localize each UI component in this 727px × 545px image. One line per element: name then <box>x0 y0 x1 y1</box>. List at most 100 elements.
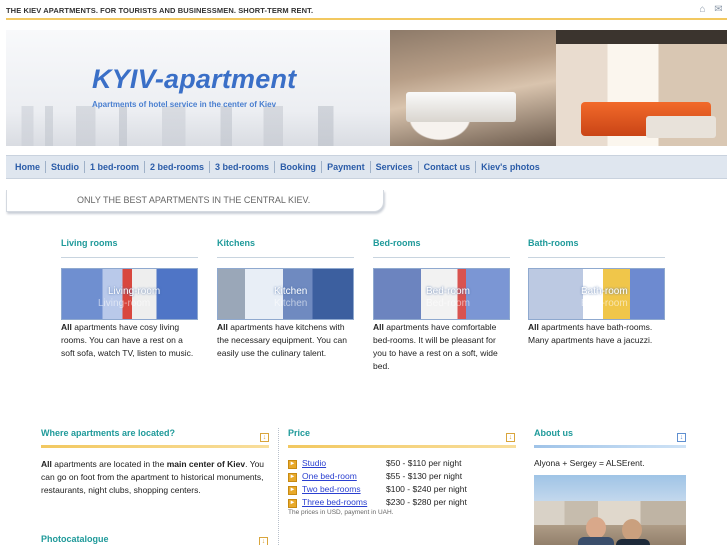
price-value: $50 - $110 per night <box>386 457 462 468</box>
location-emphasis: All <box>41 459 52 469</box>
description-emphasis: All <box>373 322 384 332</box>
description-text: apartments have cosy living rooms. You c… <box>61 322 194 358</box>
category-title[interactable]: Kitchens <box>217 238 354 258</box>
location-title: Where apartments are located? <box>41 428 176 438</box>
thumbnail-caption: Bed-room <box>426 286 470 297</box>
living-room-thumbnail[interactable]: Living-room Living-room <box>61 268 198 320</box>
thumbnail-caption-shadow: Kitchen <box>274 298 308 309</box>
nav-item-studio[interactable]: Studio <box>46 161 86 173</box>
photo-person-2-body <box>616 539 650 545</box>
price-link-three-bed-rooms[interactable]: Three bed-rooms <box>302 497 367 507</box>
header-banner: KYIV-apartment Apartments of hotel servi… <box>6 30 727 146</box>
price-title: Price <box>288 428 311 438</box>
panel-rule <box>288 445 516 448</box>
category-title[interactable]: Bath-rooms <box>528 238 665 258</box>
nav-item-contact-us[interactable]: Contact us <box>419 161 477 173</box>
owners-photo <box>534 475 686 545</box>
price-link-studio[interactable]: Studio <box>302 458 326 468</box>
mail-icon[interactable]: ✉ <box>713 5 724 15</box>
expand-icon[interactable]: ↓ <box>259 537 268 545</box>
price-row: ► Three bed-rooms $230 - $280 per night <box>288 495 467 508</box>
arrow-bullet-icon: ► <box>288 459 297 469</box>
kitchen-thumbnail[interactable]: Kitchen Kitchen <box>217 268 354 320</box>
price-row: ► Studio $50 - $110 per night <box>288 456 467 469</box>
category-description: All apartments have cosy living rooms. Y… <box>61 321 198 360</box>
category-description: All apartments have kitchens with the ne… <box>217 321 354 360</box>
photo-person-1 <box>586 517 606 539</box>
description-emphasis: All <box>61 322 72 332</box>
site-logo[interactable]: KYIV-apartment <box>92 64 296 95</box>
arrow-bullet-icon: ► <box>288 472 297 482</box>
arrow-bullet-icon: ► <box>288 485 297 495</box>
nav-item-booking[interactable]: Booking <box>275 161 323 173</box>
site-tagline: THE KIEV APARTMENTS. FOR TOURISTS AND BU… <box>6 6 314 15</box>
bedroom-thumbnail[interactable]: Bed-room Bed-room <box>373 268 510 320</box>
price-note: The prices in USD, payment in UAH. <box>288 509 394 516</box>
photo-person-2 <box>622 519 642 541</box>
nav-item-2-bed-rooms[interactable]: 2 bed-rooms <box>145 161 211 173</box>
description-text: apartments have kitchens with the necess… <box>217 322 347 358</box>
location-text-part: apartments are located in the <box>51 459 167 469</box>
nav-item-services[interactable]: Services <box>371 161 419 173</box>
photo-person-1-body <box>578 537 614 545</box>
category-bath-rooms: Bath-rooms Bath-room Bath-room All apart… <box>528 238 665 347</box>
price-value: $100 - $240 per night <box>386 483 467 494</box>
thumbnail-caption: Bath-room <box>581 286 628 297</box>
price-value: $55 - $130 per night <box>386 470 463 481</box>
category-bed-rooms: Bed-rooms Bed-room Bed-room All apartmen… <box>373 238 510 373</box>
price-row: ► One bed-room $55 - $130 per night <box>288 469 467 482</box>
top-divider <box>6 18 727 20</box>
nav-item-payment[interactable]: Payment <box>322 161 371 173</box>
about-panel: About us ↓ Alyona + Sergey = ALSErent. <box>534 428 686 545</box>
expand-icon[interactable]: ↓ <box>677 433 686 442</box>
panel-rule <box>534 445 686 448</box>
bathroom-thumbnail[interactable]: Bath-room Bath-room <box>528 268 665 320</box>
site-slogan: Apartments of hotel service in the cente… <box>92 100 277 109</box>
description-text: apartments have comfortable bed-rooms. I… <box>373 322 498 371</box>
description-emphasis: All <box>217 322 228 332</box>
photo-buildings <box>534 501 686 525</box>
nav-item-3-bed-rooms[interactable]: 3 bed-rooms <box>210 161 276 173</box>
price-table: ► Studio $50 - $110 per night ► One bed-… <box>288 456 467 508</box>
category-title[interactable]: Living rooms <box>61 238 198 258</box>
nav-item-1-bed-room[interactable]: 1 bed-room <box>85 161 146 173</box>
price-link-one-bed-room[interactable]: One bed-room <box>302 471 357 481</box>
banner-city-silhouette <box>6 106 396 146</box>
panel-rule <box>41 445 269 448</box>
column-divider <box>278 428 279 545</box>
location-text: All apartments are located in the main c… <box>41 458 269 497</box>
category-description: All apartments have comfortable bed-room… <box>373 321 510 373</box>
top-bar: THE KIEV APARTMENTS. FOR TOURISTS AND BU… <box>0 0 727 20</box>
thumbnail-caption-shadow: Living-room <box>98 298 151 309</box>
price-value: $230 - $280 per night <box>386 496 467 507</box>
main-navigation: Home Studio 1 bed-room 2 bed-rooms 3 bed… <box>6 155 727 179</box>
thumbnail-caption: Kitchen <box>274 286 308 297</box>
description-emphasis: All <box>528 322 539 332</box>
price-panel: Price ↓ ► Studio $50 - $110 per night ► … <box>288 428 516 516</box>
thumbnail-caption-shadow: Bath-room <box>581 298 628 309</box>
banner-bedroom-photo <box>390 30 556 146</box>
price-link-two-bed-rooms[interactable]: Two bed-rooms <box>302 484 361 494</box>
location-panel: Where apartments are located? ↓ All apar… <box>41 428 269 497</box>
arrow-bullet-icon: ► <box>288 498 297 508</box>
description-text: apartments have bath-rooms. Many apartme… <box>528 322 653 345</box>
expand-icon[interactable]: ↓ <box>260 433 269 442</box>
expand-icon[interactable]: ↓ <box>506 433 515 442</box>
promo-text: ONLY THE BEST APARTMENTS IN THE CENTRAL … <box>77 195 311 205</box>
nav-item-home[interactable]: Home <box>10 161 47 173</box>
nav-item-kievs-photos[interactable]: Kiev's photos <box>476 161 545 173</box>
thumbnail-caption-shadow: Bed-room <box>426 298 470 309</box>
category-description: All apartments have bath-rooms. Many apa… <box>528 321 665 347</box>
about-title: About us <box>534 428 573 438</box>
price-row: ► Two bed-rooms $100 - $240 per night <box>288 482 467 495</box>
thumbnail-caption: Living-room <box>108 286 161 297</box>
home-icon[interactable]: ⌂ <box>697 5 708 15</box>
category-kitchens: Kitchens Kitchen Kitchen All apartments … <box>217 238 354 360</box>
category-living-rooms: Living rooms Living-room Living-room All… <box>61 238 198 360</box>
promo-banner: ONLY THE BEST APARTMENTS IN THE CENTRAL … <box>6 190 384 212</box>
location-emphasis-center: main center of Kiev <box>166 459 246 469</box>
photocatalogue-title: Photocatalogue <box>41 534 109 544</box>
about-text: Alyona + Sergey = ALSErent. <box>534 458 645 468</box>
category-title[interactable]: Bed-rooms <box>373 238 510 258</box>
banner-table <box>646 116 716 138</box>
